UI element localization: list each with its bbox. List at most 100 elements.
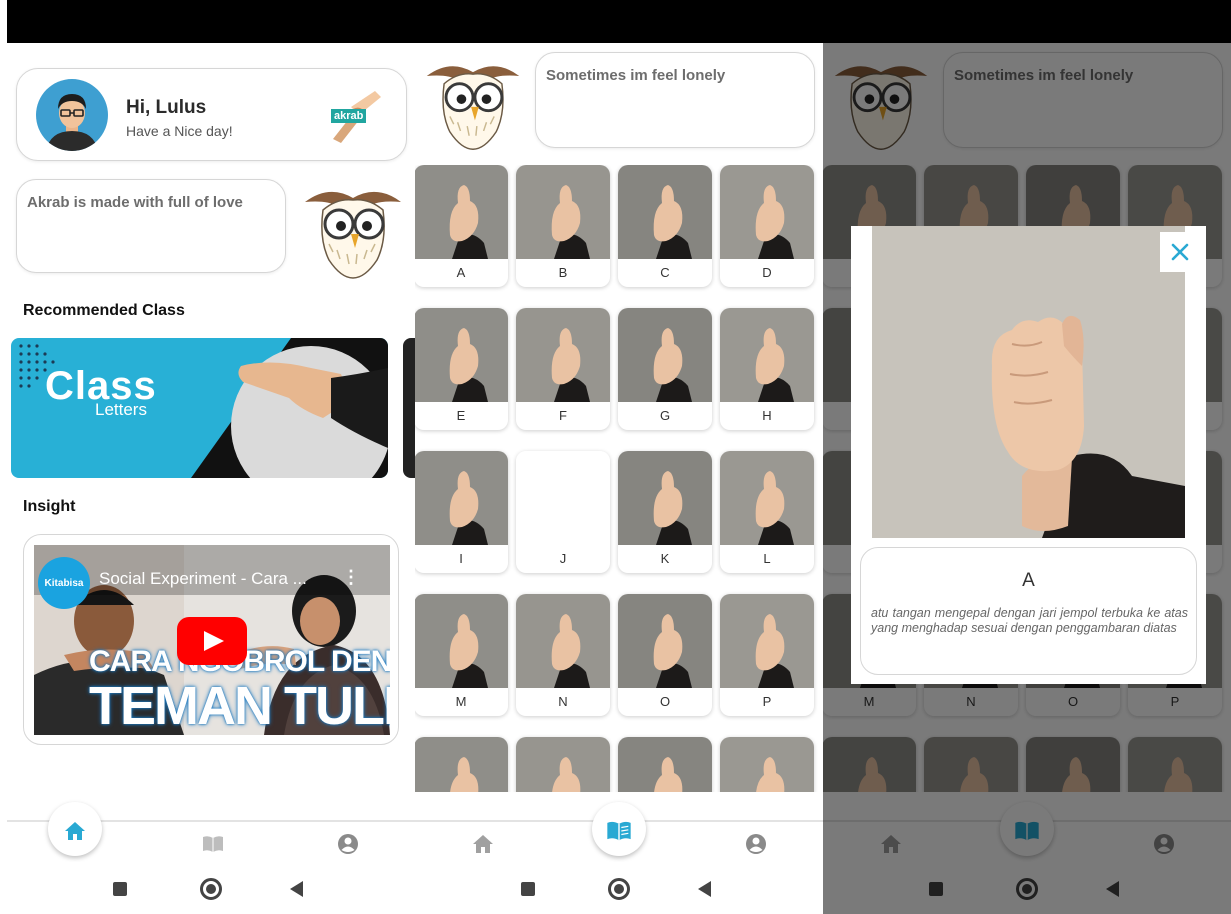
letter-label: O <box>659 694 671 709</box>
letter-tile[interactable]: I <box>415 451 508 573</box>
sign-photo <box>516 308 610 402</box>
account-icon[interactable] <box>744 832 768 856</box>
letter-tile[interactable]: J <box>516 451 610 573</box>
letter-label: K <box>660 551 670 566</box>
close-button[interactable] <box>1160 232 1200 272</box>
class-letters-banner[interactable]: Class Letters <box>11 338 388 478</box>
book-icon[interactable] <box>201 832 225 856</box>
letter-tile[interactable]: B <box>516 165 610 287</box>
owl-mascot-icon <box>305 191 401 279</box>
greeting-card[interactable]: Hi, Lulus Have a Nice day! akrab <box>16 68 407 161</box>
letter-label: D <box>762 265 772 280</box>
letter-label: M <box>455 694 467 709</box>
letter-tile[interactable]: P <box>720 594 814 716</box>
hand-sign-icon <box>653 185 692 259</box>
hand-sign-icon <box>755 185 794 259</box>
owl-mascot-icon <box>426 66 520 150</box>
letter-tile[interactable]: F <box>516 308 610 430</box>
letter-label: N <box>558 694 568 709</box>
hand-sign-icon <box>755 614 794 688</box>
letter-label: L <box>763 551 771 566</box>
hand-sign-icon <box>449 328 488 402</box>
letter-tile[interactable]: D <box>720 165 814 287</box>
sign-photo <box>415 451 508 545</box>
letter-tile[interactable]: S <box>618 737 712 792</box>
letter-grid: A B C D E F G H I J K L M N O P QRST <box>415 165 823 792</box>
home-system-icon[interactable] <box>200 878 222 900</box>
sign-photo <box>720 451 814 545</box>
recents-icon[interactable] <box>521 882 535 896</box>
letter-label: A <box>456 265 466 280</box>
letter-tile[interactable]: A <box>415 165 508 287</box>
hand-sign-icon <box>450 757 479 792</box>
account-icon[interactable] <box>336 832 360 856</box>
hand-sign-icon <box>551 328 590 402</box>
hand-sign-icon <box>653 471 692 545</box>
sign-photo <box>720 737 814 792</box>
system-nav-bar <box>415 862 823 914</box>
sign-photo <box>618 308 712 402</box>
back-icon[interactable] <box>290 881 303 897</box>
hand-sign-icon <box>551 614 590 688</box>
letter-tile[interactable]: K <box>618 451 712 573</box>
letter-label: G <box>659 408 671 423</box>
hand-sign-icon <box>552 757 581 792</box>
letter-tile[interactable]: N <box>516 594 610 716</box>
letters-screen: Sometimes im feel lonely A B C D E F G H I J K L M N O… <box>415 0 823 914</box>
home-screen: Hi, Lulus Have a Nice day! akrab Akrab i… <box>7 0 415 914</box>
greeting-title: Hi, Lulus <box>126 97 207 118</box>
sign-photo <box>516 451 610 545</box>
hand-sign-icon <box>449 471 488 545</box>
letter-tile[interactable]: Q <box>415 737 508 792</box>
hand-sign-icon <box>755 471 794 545</box>
letter-tile[interactable]: G <box>618 308 712 430</box>
letter-tile[interactable]: R <box>516 737 610 792</box>
hand-sign-icon <box>654 757 683 792</box>
letter-tile[interactable]: L <box>720 451 814 573</box>
sign-photo <box>618 451 712 545</box>
video-title[interactable]: Social Experiment - Cara ... <box>99 569 307 589</box>
back-icon[interactable] <box>698 881 711 897</box>
speech-bubble: Akrab is made with full of love <box>16 179 286 273</box>
banner-subtitle: Letters <box>95 400 147 419</box>
avatar-person-icon <box>46 94 98 151</box>
letter-tile[interactable]: H <box>720 308 814 430</box>
letter-tile[interactable]: M <box>415 594 508 716</box>
sign-photo <box>618 165 712 259</box>
home-icon[interactable] <box>471 832 495 856</box>
avatar[interactable] <box>36 79 108 151</box>
insight-video-card[interactable]: Kitabisa Social Experiment - Cara ... ⋮ … <box>23 534 399 745</box>
akrab-logo: akrab <box>325 87 383 143</box>
next-banner-peek[interactable] <box>403 338 415 478</box>
letter-label: F <box>559 408 567 423</box>
status-bar <box>7 0 415 43</box>
sign-photo <box>618 594 712 688</box>
hand-sign-icon <box>755 328 794 402</box>
recents-icon[interactable] <box>113 882 127 896</box>
sign-photo <box>516 737 610 792</box>
more-options-icon[interactable]: ⋮ <box>342 567 360 588</box>
letter-tile[interactable]: O <box>618 594 712 716</box>
hand-sign-icon <box>756 757 785 792</box>
letter-tile[interactable]: E <box>415 308 508 430</box>
sign-photo <box>618 737 712 792</box>
letter-tile[interactable]: C <box>618 165 712 287</box>
book-icon[interactable] <box>605 817 633 845</box>
sign-photo-large <box>872 226 1185 538</box>
channel-avatar[interactable]: Kitabisa <box>38 557 90 609</box>
sign-photo <box>516 165 610 259</box>
speech-bubble-text: Akrab is made with full of love <box>27 194 243 211</box>
sign-photo <box>516 594 610 688</box>
letter-tile[interactable]: T <box>720 737 814 792</box>
home-icon[interactable] <box>63 819 87 843</box>
letter-label: P <box>762 694 772 709</box>
home-system-icon[interactable] <box>608 878 630 900</box>
letter-detail-screen: Sometimes im feel lonely ABCDEFGHIJKLMNO… <box>823 0 1231 914</box>
play-button-icon[interactable] <box>177 617 247 665</box>
hand-sign-icon <box>653 328 692 402</box>
description-card: A atu tangan mengepal dengan jari jempol… <box>860 547 1197 675</box>
close-icon <box>1171 243 1189 261</box>
hand-fist-sign-illustration <box>872 226 1185 538</box>
video-thumbnail[interactable]: Kitabisa Social Experiment - Cara ... ⋮ … <box>34 545 390 735</box>
hand-sign-icon <box>449 185 488 259</box>
